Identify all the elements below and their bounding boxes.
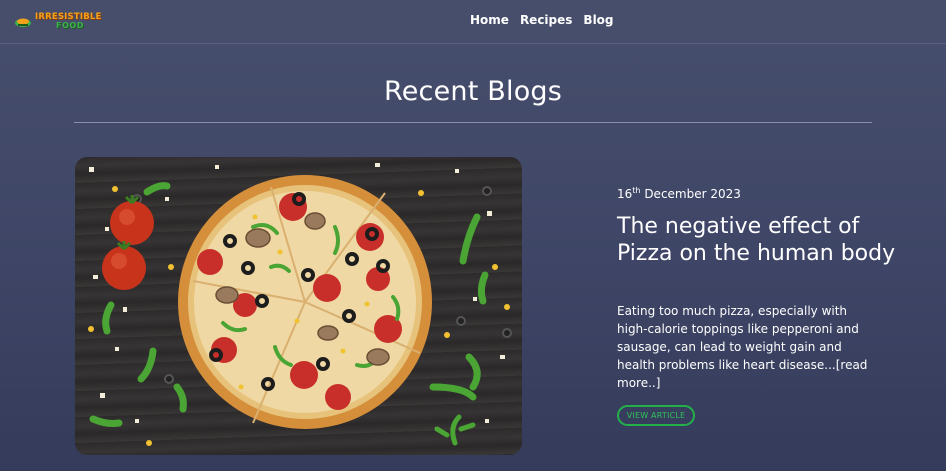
nav-link-home[interactable]: Home: [470, 13, 509, 27]
page-title: Recent Blogs: [383, 76, 563, 107]
view-article-button[interactable]: VIEW ARTICLE: [617, 405, 695, 426]
title-divider: [74, 122, 872, 123]
post-date: 16th December 2023: [617, 186, 741, 201]
blog-post-image[interactable]: [75, 157, 522, 455]
top-navbar: IRRESISTIBLE FOOD Home Recipes Blog: [0, 0, 946, 44]
post-title[interactable]: The negative effect of Pizza on the huma…: [617, 213, 902, 267]
post-excerpt: Eating too much pizza, especially with h…: [617, 304, 868, 390]
post-date-day: 16: [617, 187, 633, 201]
post-date-month-year: December 2023: [640, 187, 741, 201]
main-nav: Home Recipes Blog: [470, 13, 614, 27]
post-date-suffix: th: [632, 186, 641, 195]
nav-link-recipes[interactable]: Recipes: [520, 13, 572, 27]
logo-line-2: FOOD: [56, 21, 85, 30]
site-logo[interactable]: IRRESISTIBLE FOOD: [14, 12, 120, 30]
pizza-illustration: [88, 163, 512, 446]
nav-link-blog[interactable]: Blog: [583, 13, 613, 27]
chef-hat-icon: [15, 18, 31, 27]
